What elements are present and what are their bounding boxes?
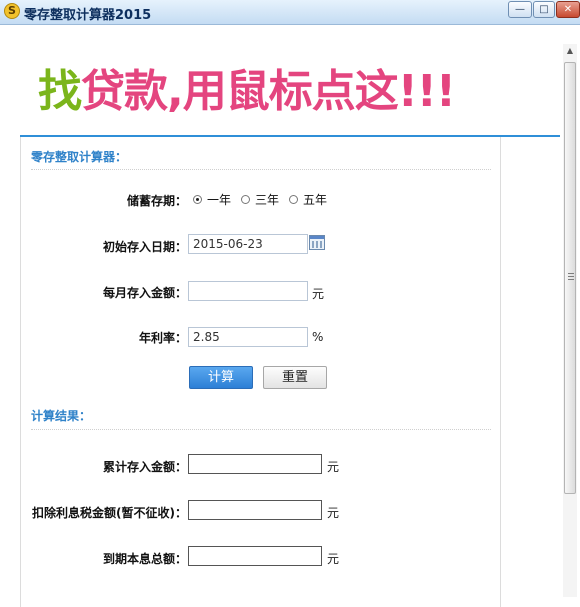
maturity-total-output[interactable] bbox=[188, 546, 322, 566]
annual-rate-label: 年利率： bbox=[138, 331, 187, 345]
term-option-1year-label: 一年 bbox=[207, 193, 232, 207]
maturity-total-unit: 元 bbox=[327, 552, 340, 566]
title-bar: S 零存整取计算器2015 — □ ✕ bbox=[0, 0, 580, 25]
reset-button[interactable]: 重置 bbox=[263, 366, 327, 389]
scroll-thumb[interactable] bbox=[564, 62, 576, 494]
term-radio-1year[interactable] bbox=[193, 195, 202, 204]
term-label: 储蓄存期： bbox=[126, 194, 187, 208]
monthly-amount-input[interactable] bbox=[188, 281, 308, 301]
maximize-button[interactable]: □ bbox=[533, 1, 555, 18]
term-option-3year-label: 三年 bbox=[255, 193, 280, 207]
close-button[interactable]: ✕ bbox=[556, 1, 580, 18]
annual-rate-input[interactable]: 2.85 bbox=[188, 327, 308, 347]
total-deposit-unit: 元 bbox=[327, 460, 340, 474]
interest-tax-output[interactable] bbox=[188, 500, 322, 520]
interest-tax-unit: 元 bbox=[327, 506, 340, 520]
results-section-title: 计算结果： bbox=[31, 409, 92, 423]
banner-text-green: 找 bbox=[38, 66, 82, 117]
calculator-section-title: 零存整取计算器： bbox=[31, 150, 128, 164]
minimize-button[interactable]: — bbox=[508, 1, 532, 18]
calculator-panel: 零存整取计算器： 储蓄存期： 一年 三年 五年 初始存入日期： 2015-06-… bbox=[20, 137, 501, 607]
monthly-amount-label: 每月存入金额： bbox=[102, 286, 187, 300]
interest-tax-label: 扣除利息税金额(暂不征收)： bbox=[32, 506, 187, 520]
section-divider bbox=[31, 169, 491, 170]
start-date-label: 初始存入日期： bbox=[102, 240, 187, 254]
term-option-5year-label: 五年 bbox=[303, 193, 328, 207]
calendar-icon[interactable] bbox=[309, 235, 325, 250]
maturity-total-label: 到期本息总额： bbox=[102, 552, 187, 566]
monthly-amount-unit: 元 bbox=[312, 287, 325, 301]
annual-rate-unit: % bbox=[312, 330, 324, 344]
loan-banner-link[interactable]: 找贷款,用鼠标点这!!! bbox=[38, 62, 456, 122]
term-radio-3year[interactable] bbox=[241, 195, 250, 204]
banner-text-pink: 贷款,用鼠标点这!!! bbox=[81, 66, 456, 117]
grip-icon bbox=[568, 273, 574, 281]
vertical-scrollbar[interactable]: ▲ bbox=[563, 44, 577, 597]
results-divider bbox=[31, 429, 491, 430]
window-title: 零存整取计算器2015 bbox=[24, 8, 152, 23]
start-date-input[interactable]: 2015-06-23 bbox=[188, 234, 308, 254]
total-deposit-label: 累计存入金额： bbox=[102, 460, 187, 474]
term-radio-5year[interactable] bbox=[289, 195, 298, 204]
scroll-up-arrow-icon[interactable]: ▲ bbox=[563, 44, 577, 58]
total-deposit-output[interactable] bbox=[188, 454, 322, 474]
app-logo-icon: S bbox=[4, 3, 20, 19]
calculate-button[interactable]: 计算 bbox=[189, 366, 253, 389]
